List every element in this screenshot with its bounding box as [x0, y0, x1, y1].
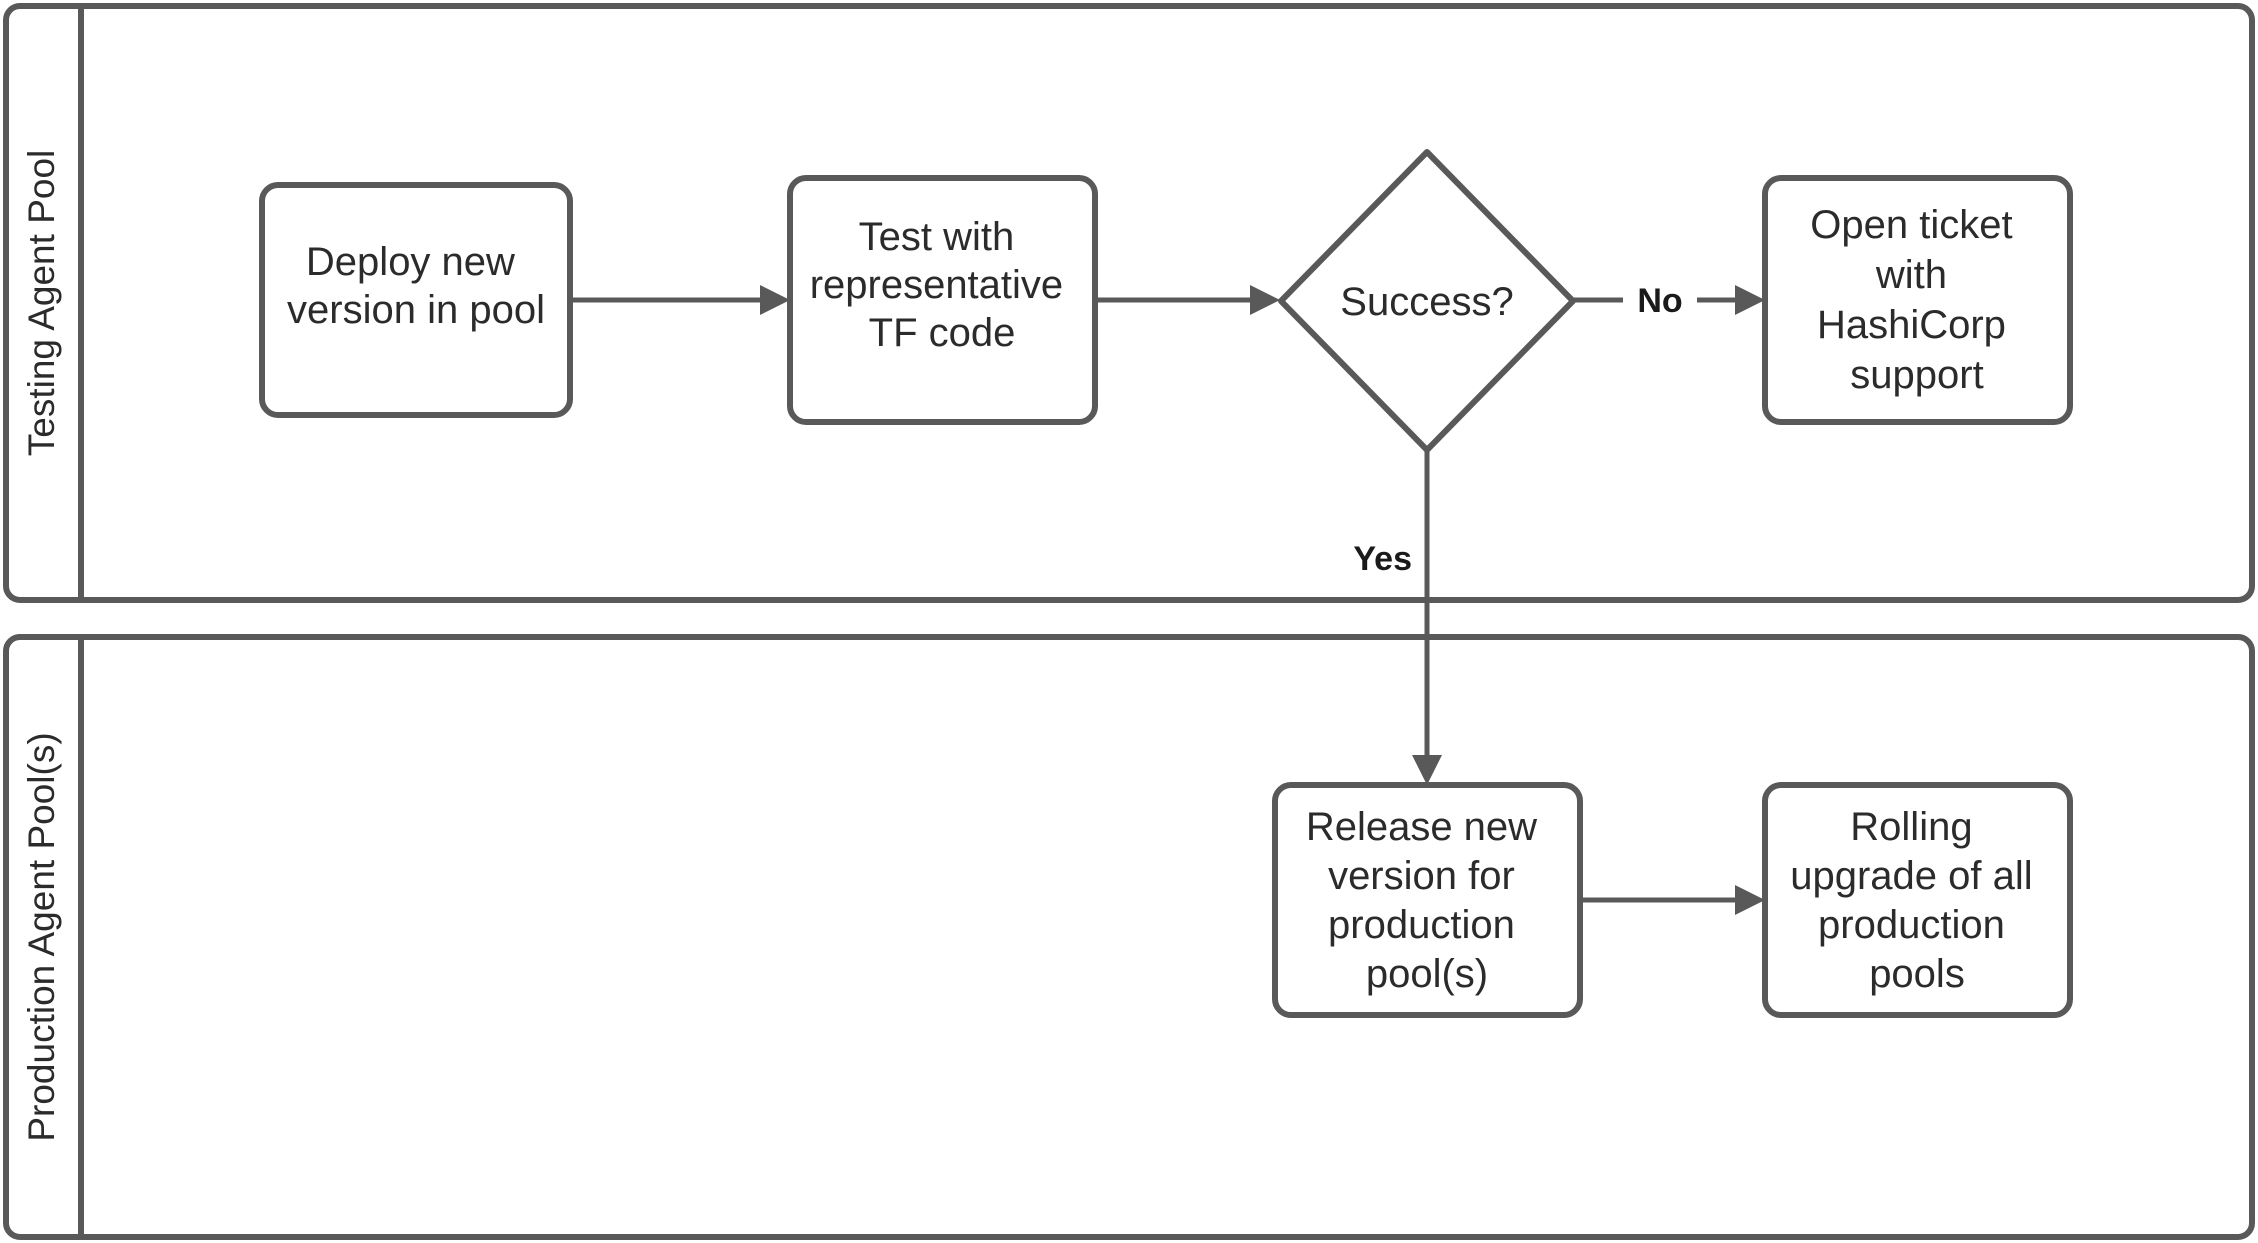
node-release-line-1: version for	[1328, 854, 1515, 898]
node-ticket-line-2: HashiCorp	[1817, 303, 2006, 347]
node-rolling-line-2: production	[1818, 903, 2005, 947]
node-rolling-line-0: Rolling	[1850, 805, 1972, 849]
edge-label-no: No	[1637, 282, 1682, 320]
node-ticket-line-0: Open ticket	[1810, 203, 2012, 247]
node-ticket-line-3: support	[1850, 353, 1983, 397]
swimlane-testing-title: Testing Agent Pool	[21, 150, 62, 457]
node-success-line-0: Success?	[1340, 280, 1513, 324]
swimlane-production-title: Production Agent Pool(s)	[21, 732, 62, 1141]
node-ticket-line-1: with	[1875, 253, 1947, 297]
node-release-line-0: Release new	[1306, 805, 1537, 849]
node-ticket[interactable]: Open ticket with HashiCorp support	[1762, 175, 2073, 425]
node-test[interactable]: Test with representative TF code	[787, 175, 1098, 425]
node-deploy-line-1: version in pool	[287, 288, 545, 332]
node-test-line-1: representative	[810, 263, 1063, 307]
node-rolling-line-3: pools	[1869, 952, 1965, 996]
flowchart-canvas: Testing Agent Pool Production Agent Pool…	[0, 0, 2258, 1243]
node-rolling-line-1: upgrade of all	[1790, 854, 2032, 898]
node-release-line-3: pool(s)	[1366, 952, 1488, 996]
node-deploy[interactable]: Deploy new version in pool	[259, 182, 573, 418]
node-rolling[interactable]: Rolling upgrade of all production pools	[1762, 782, 2073, 1018]
node-success-label: Success?	[1340, 280, 1513, 324]
node-deploy-line-0: Deploy new	[306, 240, 515, 284]
node-test-line-0: Test with	[859, 215, 1015, 259]
edge-label-yes: Yes	[1353, 540, 1412, 578]
node-release[interactable]: Release new version for production pool(…	[1272, 782, 1583, 1018]
node-test-line-2: TF code	[869, 311, 1016, 355]
node-release-line-2: production	[1328, 903, 1515, 947]
